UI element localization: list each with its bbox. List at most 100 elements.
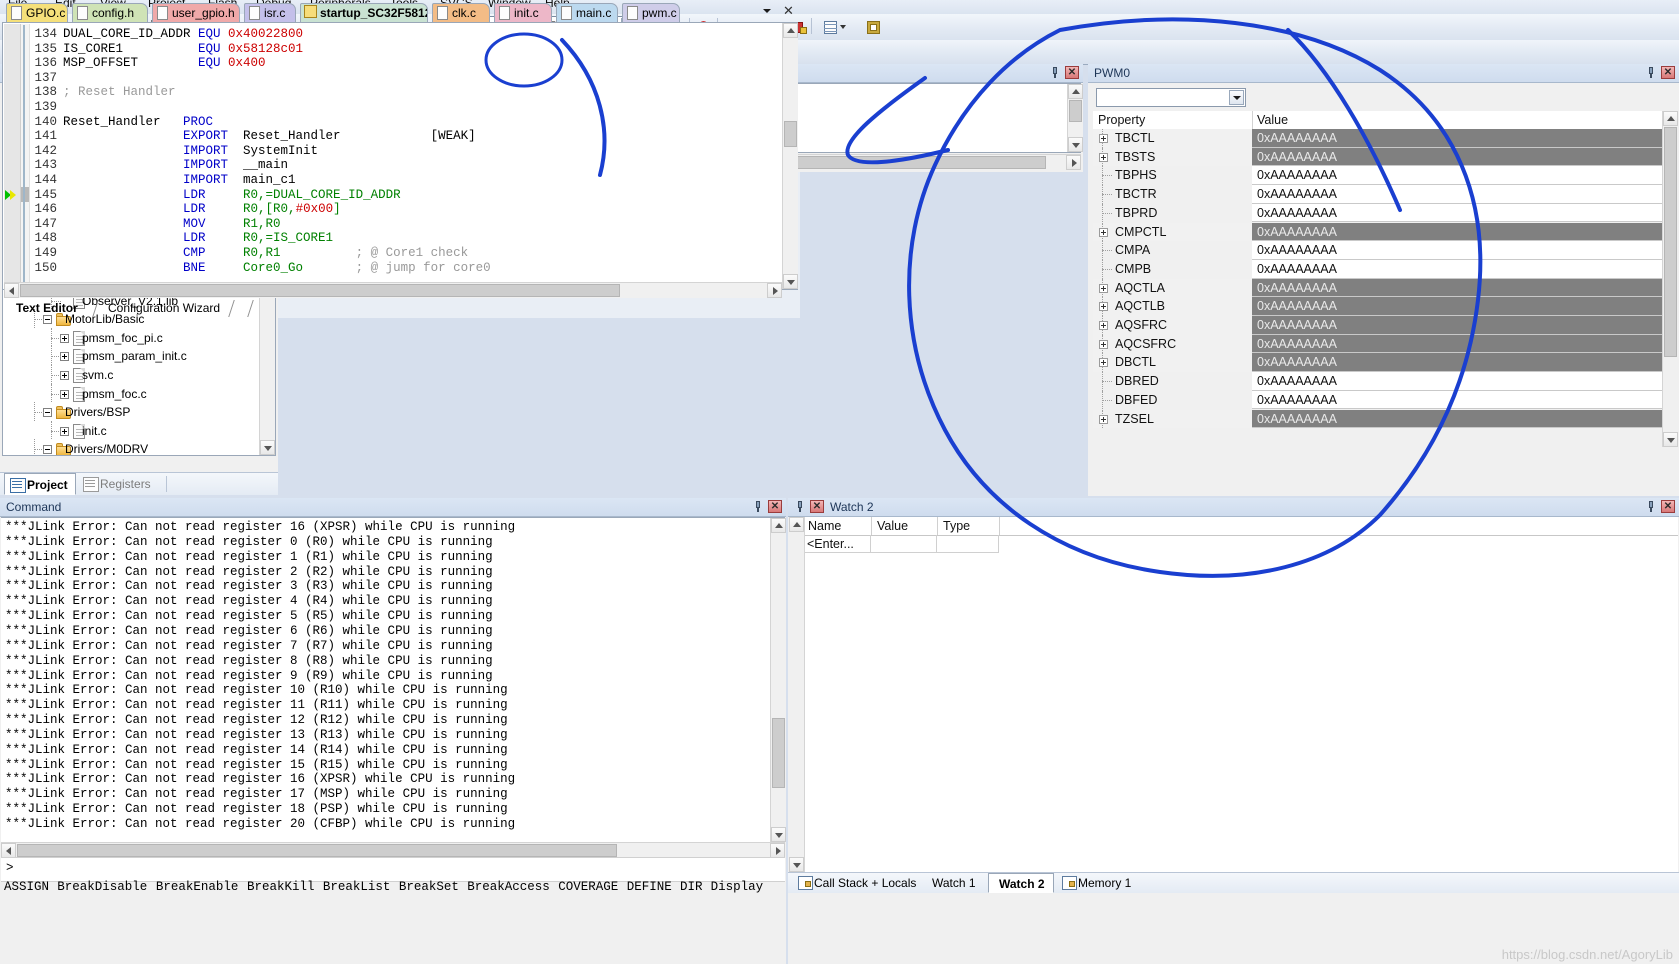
- pwm0-row-dbctl[interactable]: DBCTL0xAAAAAAAA: [1093, 353, 1662, 372]
- pwm0-property-name-cell[interactable]: AQCTLB: [1093, 297, 1252, 316]
- scroll-down-icon[interactable]: [260, 440, 275, 455]
- scroll-thumb[interactable]: [772, 718, 785, 788]
- code-line[interactable]: 137: [3, 71, 763, 86]
- scroll-up-icon[interactable]: [1068, 84, 1083, 99]
- scroll-left-icon[interactable]: [4, 283, 19, 298]
- pwm0-row-tzsel[interactable]: TZSEL0xAAAAAAAA: [1093, 410, 1662, 429]
- scroll-left-icon[interactable]: [1, 843, 16, 858]
- watch-panel-tabs[interactable]: Call Stack + LocalsWatch 1Watch 2Memory …: [788, 872, 1679, 893]
- command-keyword-dir[interactable]: DIR: [680, 880, 703, 894]
- code-line[interactable]: 135IS_CORE1 EQU 0x58128c01: [3, 42, 763, 57]
- pwm0-property-name-cell[interactable]: TBSTS: [1093, 148, 1252, 167]
- pwm0-property-name-cell[interactable]: AQCSFRC: [1093, 335, 1252, 354]
- pwm0-property-name-cell[interactable]: DBRED: [1093, 372, 1252, 391]
- editor-tab-pwm-c[interactable]: pwm.c: [622, 3, 680, 22]
- pwm0-row-cmpa[interactable]: CMPA0xAAAAAAAA: [1093, 241, 1662, 260]
- code-line[interactable]: 148 LDR R0,=IS_CORE1: [3, 231, 763, 246]
- scroll-right-icon[interactable]: [770, 843, 785, 858]
- expand-icon[interactable]: [60, 427, 69, 436]
- scroll-down-icon[interactable]: [771, 827, 786, 842]
- code-line[interactable]: 142 IMPORT SystemInit: [3, 144, 763, 159]
- expand-icon[interactable]: [60, 334, 69, 343]
- pwm0-property-name-cell[interactable]: CMPB: [1093, 260, 1252, 279]
- pwm0-property-value-cell[interactable]: 0xAAAAAAAA: [1252, 335, 1662, 354]
- watch-value-cell[interactable]: [871, 535, 937, 553]
- close-icon[interactable]: ✕: [810, 500, 824, 513]
- command-keyword-breakkill[interactable]: BreakKill: [247, 880, 315, 894]
- watch-tab-watch-2[interactable]: Watch 2: [988, 873, 1054, 893]
- tab-project[interactable]: Project: [4, 473, 76, 495]
- code-line[interactable]: 147 MOV R1,R0: [3, 217, 763, 232]
- command-keyword-breakaccess[interactable]: BreakAccess: [467, 880, 550, 894]
- scroll-right-icon[interactable]: [1066, 155, 1081, 170]
- expand-icon[interactable]: [1099, 340, 1108, 349]
- command-hscrollbar[interactable]: [1, 842, 785, 858]
- watch-type-cell[interactable]: [937, 535, 999, 553]
- expand-icon[interactable]: [1099, 228, 1108, 237]
- watch2-vscrollbar[interactable]: [789, 517, 805, 872]
- expand-icon[interactable]: [1099, 415, 1108, 424]
- expand-icon[interactable]: [1099, 134, 1108, 143]
- expand-icon[interactable]: [1099, 358, 1108, 367]
- command-keyword-breakenable[interactable]: BreakEnable: [156, 880, 239, 894]
- collapse-icon[interactable]: [43, 408, 52, 417]
- pwm0-property-value-cell[interactable]: 0xAAAAAAAA: [1252, 241, 1662, 260]
- watch-tab-watch-1[interactable]: Watch 1: [922, 873, 984, 893]
- pwm0-property-value-cell[interactable]: 0xAAAAAAAA: [1252, 223, 1662, 242]
- command-keyword-bar[interactable]: ASSIGNBreakDisableBreakEnableBreakKillBr…: [0, 880, 786, 904]
- expand-icon[interactable]: [1099, 302, 1108, 311]
- scroll-thumb[interactable]: [20, 284, 620, 297]
- toolbar-icon-28[interactable]: [863, 17, 883, 37]
- pwm0-select[interactable]: [1096, 88, 1246, 107]
- chevron-down-icon[interactable]: [840, 25, 846, 29]
- pwm0-property-name-cell[interactable]: AQSFRC: [1093, 316, 1252, 335]
- pwm0-property-name-cell[interactable]: CMPCTL: [1093, 223, 1252, 242]
- multi-project-icon[interactable]: [820, 17, 840, 37]
- command-keyword-define[interactable]: DEFINE: [627, 880, 672, 894]
- chevron-down-icon[interactable]: [1229, 90, 1244, 105]
- code-line[interactable]: 150 BNE Core0_Go ; @ jump for core0: [3, 261, 763, 276]
- editor-tab-user-gpio-h[interactable]: user_gpio.h: [152, 3, 240, 22]
- tab-registers[interactable]: Registers: [78, 473, 162, 495]
- pwm0-row-tbphs[interactable]: TBPHS0xAAAAAAAA: [1093, 166, 1662, 185]
- scroll-up-icon[interactable]: [771, 518, 786, 533]
- pwm0-property-name-cell[interactable]: CMPA: [1093, 241, 1252, 260]
- pwm0-property-name-cell[interactable]: TZSEL: [1093, 410, 1252, 429]
- scroll-down-icon[interactable]: [789, 857, 804, 872]
- editor-view-tab-text-editor[interactable]: Text Editor: [8, 300, 96, 317]
- code-line[interactable]: 140Reset_Handler PROC: [3, 115, 763, 130]
- close-icon[interactable]: ✕: [1661, 500, 1675, 513]
- editor-tab-gpio-c[interactable]: GPIO.c: [6, 3, 68, 22]
- command-keyword-display[interactable]: Display: [711, 880, 764, 894]
- scroll-thumb[interactable]: [1664, 127, 1677, 357]
- close-icon[interactable]: ✕: [1661, 66, 1675, 79]
- close-icon[interactable]: ✕: [1065, 66, 1079, 79]
- pwm0-property-value-cell[interactable]: 0xAAAAAAAA: [1252, 148, 1662, 167]
- command-keyword-breakset[interactable]: BreakSet: [399, 880, 459, 894]
- pwm0-property-value-cell[interactable]: 0xAAAAAAAA: [1252, 204, 1662, 223]
- pwm0-row-aqctlb[interactable]: AQCTLB0xAAAAAAAA: [1093, 297, 1662, 316]
- pin-icon[interactable]: [1049, 67, 1061, 79]
- pwm0-property-value-cell[interactable]: 0xAAAAAAAA: [1252, 372, 1662, 391]
- pwm0-property-name-cell[interactable]: TBCTL: [1093, 129, 1252, 148]
- pin-icon[interactable]: [794, 501, 806, 513]
- editor-bottom-tabs[interactable]: Text EditorConfiguration Wizard: [2, 300, 798, 317]
- pwm0-property-value-cell[interactable]: 0xAAAAAAAA: [1252, 353, 1662, 372]
- command-keyword-breaklist[interactable]: BreakList: [323, 880, 391, 894]
- pwm0-row-tbprd[interactable]: TBPRD0xAAAAAAAA: [1093, 204, 1662, 223]
- pwm0-property-value-cell[interactable]: 0xAAAAAAAA: [1252, 391, 1662, 410]
- editor-vscrollbar[interactable]: [782, 23, 798, 289]
- watch-tab-call-stack-locals[interactable]: Call Stack + Locals: [794, 873, 918, 893]
- expand-icon[interactable]: [1099, 153, 1108, 162]
- code-line[interactable]: 146 LDR R0,[R0,#0x00]: [3, 202, 763, 217]
- editor-hscrollbar[interactable]: [4, 282, 782, 298]
- collapse-icon[interactable]: [43, 445, 52, 454]
- editor-tabstrip[interactable]: GPIO.cconfig.huser_gpio.hisr.cstartup_SC…: [2, 3, 798, 22]
- editor-tab-clk-c[interactable]: clk.c: [432, 3, 490, 22]
- pwm0-row-tbctl[interactable]: TBCTL0xAAAAAAAA: [1093, 129, 1662, 148]
- pwm0-property-value-cell[interactable]: 0xAAAAAAAA: [1252, 185, 1662, 204]
- code-line[interactable]: 136MSP_OFFSET EQU 0x400: [3, 56, 763, 71]
- code-editor[interactable]: 134DUAL_CORE_ID_ADDR EQU 0x40022800135IS…: [2, 22, 798, 290]
- code-line[interactable]: 134DUAL_CORE_ID_ADDR EQU 0x40022800: [3, 27, 763, 42]
- scroll-down-icon[interactable]: [783, 274, 798, 289]
